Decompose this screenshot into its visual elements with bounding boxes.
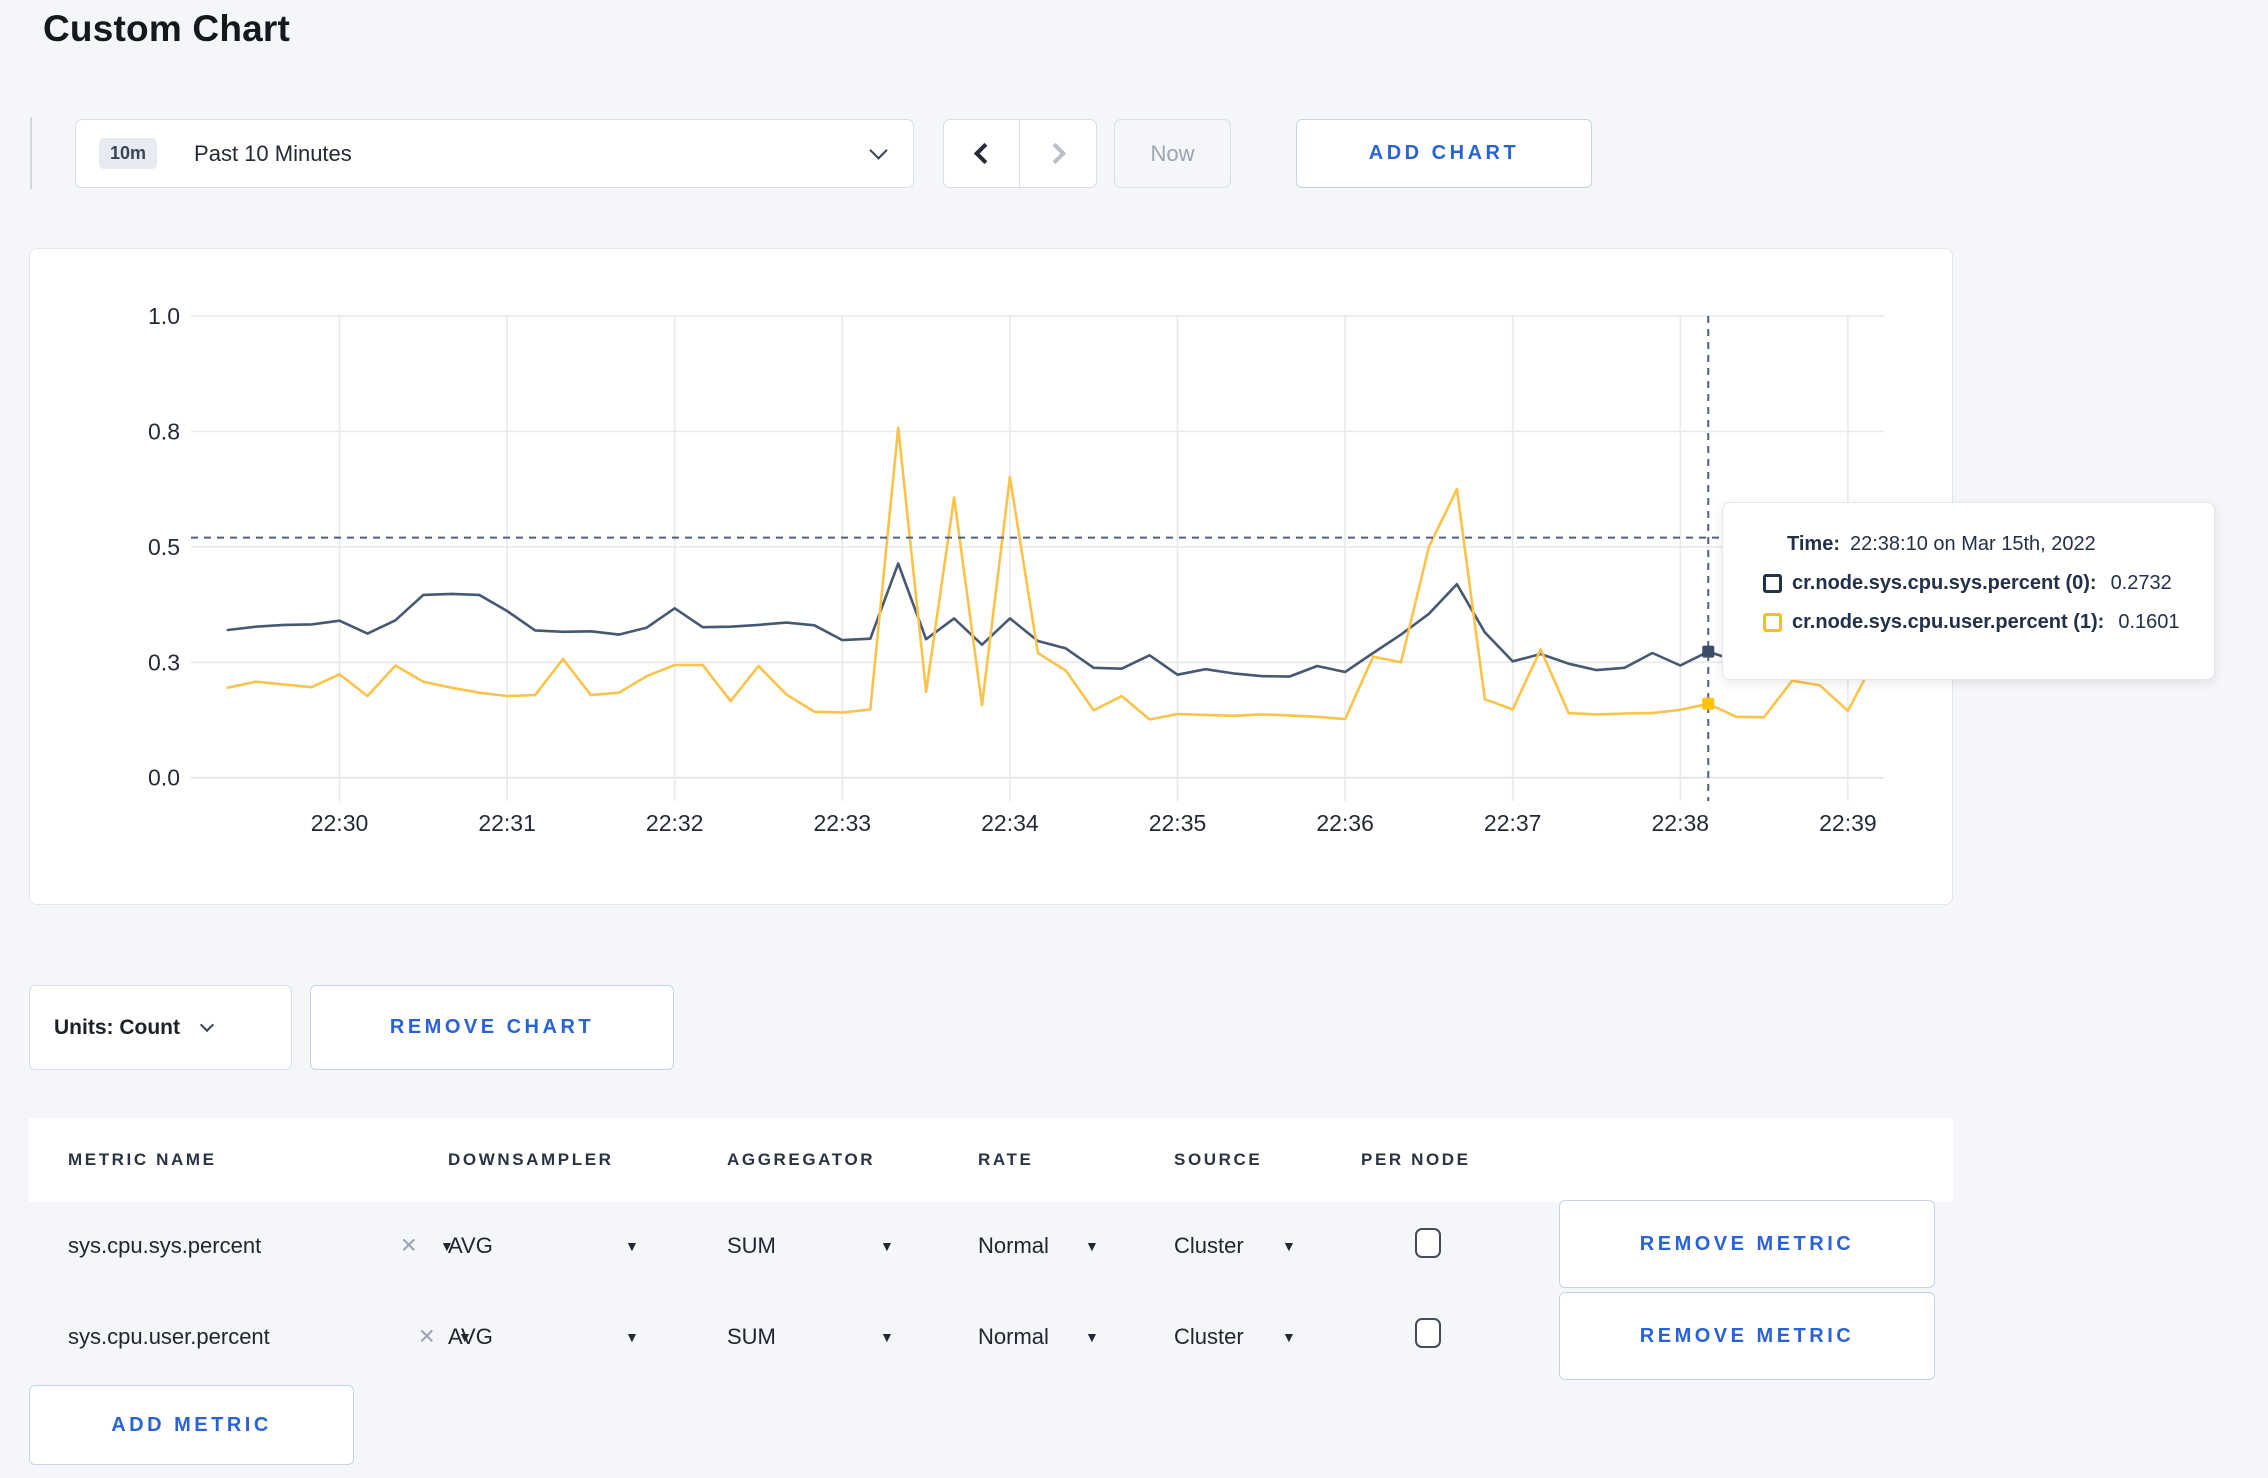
metric-row: sys.cpu.user.percent ✕ ▼ AVG ▼ SUM ▼ Nor… [29,1292,1953,1380]
x-axis-tick-label: 22:39 [1819,810,1877,836]
y-axis-tick-label: 1.0 [148,303,180,329]
rate-select[interactable]: Normal [978,1233,1049,1259]
y-axis-tick-label: 0.0 [148,765,180,791]
x-axis-tick-label: 22:33 [814,810,872,836]
tooltip-series-value: 0.1601 [2118,611,2180,633]
clear-metric-icon[interactable]: ✕ [400,1234,418,1259]
chevron-right-icon [1044,142,1066,165]
x-axis-tick-label: 22:37 [1484,810,1542,836]
downsampler-select[interactable]: AVG [448,1324,493,1350]
series-1-swatch-icon [1763,613,1782,632]
x-axis-tick-label: 22:36 [1316,810,1374,836]
chart-tooltip: Time: 22:38:10 on Mar 15th, 2022 cr.node… [1722,502,2215,680]
x-axis-tick-label: 22:30 [311,810,369,836]
tooltip-series-value: 0.2732 [2110,572,2172,594]
series-line [226,562,1878,678]
x-axis-tick-label: 22:35 [1149,810,1207,836]
metrics-table-header: METRIC NAME DOWNSAMPLER AGGREGATOR RATE … [29,1118,1953,1202]
source-caret-icon[interactable]: ▼ [1282,1329,1296,1345]
time-range-badge: 10m [99,138,158,169]
now-button[interactable]: Now [1114,119,1231,188]
metric-name-select[interactable]: sys.cpu.sys.percent [68,1233,261,1259]
aggregator-caret-icon[interactable]: ▼ [880,1329,894,1345]
downsampler-select[interactable]: AVG [448,1233,493,1259]
metric-name-select[interactable]: sys.cpu.user.percent [68,1324,270,1350]
time-range-dropdown[interactable]: 10m Past 10 Minutes [75,119,914,188]
tooltip-time-prefix: Time: [1787,533,1840,555]
hover-point-marker [1702,645,1715,658]
chevron-down-icon [199,1017,215,1032]
remove-metric-button[interactable]: REMOVE METRIC [1559,1292,1935,1380]
next-range-button[interactable] [1020,120,1096,187]
y-axis-tick-label: 0.8 [148,418,180,444]
units-dropdown[interactable]: Units: Count [29,985,292,1070]
x-axis-tick-label: 22:31 [478,810,536,836]
column-header-source: SOURCE [1174,1150,1263,1169]
column-header-aggregator: AGGREGATOR [727,1150,876,1169]
source-caret-icon[interactable]: ▼ [1282,1238,1296,1254]
aggregator-select[interactable]: SUM [727,1233,776,1259]
x-axis-tick-label: 22:32 [646,810,704,836]
chevron-left-icon [973,142,996,165]
rate-caret-icon[interactable]: ▼ [1085,1238,1099,1254]
clear-metric-icon[interactable]: ✕ [418,1325,436,1350]
y-axis-tick-label: 0.3 [148,649,180,675]
tooltip-series-label: cr.node.sys.cpu.user.percent (1): [1792,611,2105,633]
downsampler-caret-icon[interactable]: ▼ [625,1329,639,1345]
column-header-per-node: PER NODE [1361,1150,1471,1169]
source-select[interactable]: Cluster [1174,1324,1244,1350]
tooltip-series-row: cr.node.sys.cpu.user.percent (1): 0.1601 [1763,611,2190,634]
source-select[interactable]: Cluster [1174,1233,1244,1259]
metric-row: sys.cpu.sys.percent ✕ ▼ AVG ▼ SUM ▼ Norm… [29,1200,1953,1290]
series-line [226,426,1878,721]
time-range-label: Past 10 Minutes [194,140,352,166]
chart-series [226,426,1878,721]
tooltip-series-row: cr.node.sys.cpu.sys.percent (0): 0.2732 [1763,572,2190,595]
hover-point-marker [1702,697,1715,710]
previous-range-button[interactable] [944,120,1020,187]
tooltip-time-row: Time: 22:38:10 on Mar 15th, 2022 [1763,533,2190,556]
aggregator-caret-icon[interactable]: ▼ [880,1238,894,1254]
hover-crosshair [191,316,1884,801]
toolbar-divider [30,117,32,189]
page-title: Custom Chart [43,8,291,49]
tooltip-time-value: 22:38:10 on Mar 15th, 2022 [1849,533,2096,555]
remove-chart-button[interactable]: REMOVE CHART [310,985,674,1070]
rate-select[interactable]: Normal [978,1324,1049,1350]
custom-chart-page: Custom Chart 10m Past 10 Minutes Now ADD… [0,0,2268,1478]
column-header-metric-name: METRIC NAME [68,1150,217,1169]
downsampler-caret-icon[interactable]: ▼ [625,1238,639,1254]
tooltip-series-label: cr.node.sys.cpu.sys.percent (0): [1792,572,2097,594]
chevron-down-icon [869,141,888,160]
aggregator-select[interactable]: SUM [727,1324,776,1350]
chart-card: 0.0 0.3 0.5 0.8 1.0 22:30 22:31 22:32 22:33 22:34… [29,248,1953,905]
per-node-checkbox[interactable] [1415,1318,1441,1348]
x-axis-tick-label: 22:38 [1652,810,1710,836]
add-chart-button[interactable]: ADD CHART [1296,119,1592,188]
rate-caret-icon[interactable]: ▼ [1085,1329,1099,1345]
timeseries-chart[interactable]: 0.0 0.3 0.5 0.8 1.0 22:30 22:31 22:32 22:33 22:34… [30,249,1954,906]
series-0-swatch-icon [1763,574,1782,593]
chart-gridlines: 0.0 0.3 0.5 0.8 1.0 22:30 22:31 22:32 22:33 22:34… [148,303,1884,836]
per-node-checkbox[interactable] [1415,1228,1441,1258]
remove-metric-button[interactable]: REMOVE METRIC [1559,1200,1935,1288]
units-label: Units: Count [54,1015,180,1039]
y-axis-tick-label: 0.5 [148,534,180,560]
column-header-downsampler: DOWNSAMPLER [448,1150,614,1169]
column-header-rate: RATE [978,1150,1034,1169]
time-range-pager [943,119,1097,188]
x-axis-tick-label: 22:34 [981,810,1039,836]
add-metric-button[interactable]: ADD METRIC [29,1385,354,1465]
